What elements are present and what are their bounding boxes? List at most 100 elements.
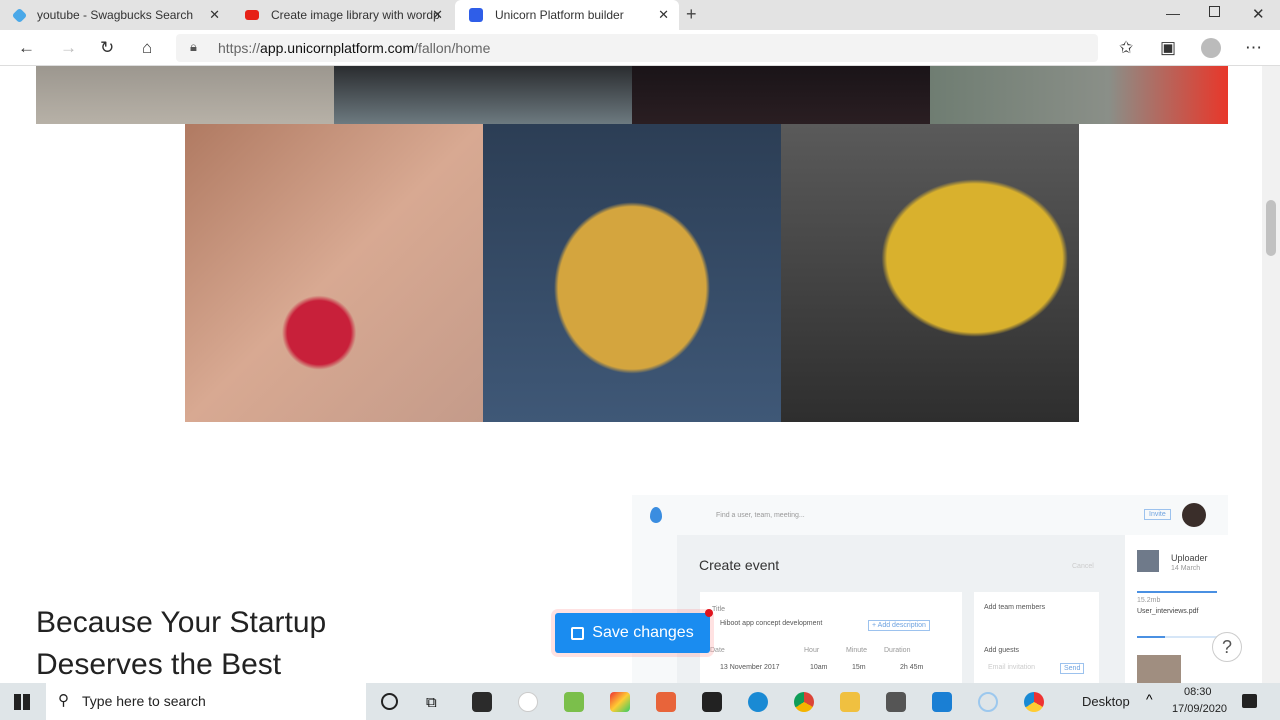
- refresh-icon[interactable]: ↻: [100, 38, 114, 58]
- drop-logo-icon: [650, 507, 662, 523]
- task-view-icon[interactable]: ⧉: [426, 694, 437, 711]
- gallery-image: [334, 66, 632, 124]
- url-prefix: https://: [218, 40, 261, 56]
- dash-minute: 15m: [852, 664, 866, 671]
- upload-progress: [1137, 591, 1217, 593]
- taskbar-search[interactable]: ⚲ Type here to search: [46, 683, 366, 720]
- dash-date: 13 November 2017: [720, 664, 780, 671]
- desktop-toolbar[interactable]: Desktop: [1082, 694, 1130, 709]
- search-icon: ⚲: [58, 692, 69, 709]
- dash-title: Create event: [699, 557, 780, 573]
- close-tab-icon[interactable]: ✕: [658, 7, 669, 23]
- dash-uploader-title: Uploader: [1171, 553, 1208, 563]
- upload-progress-2: [1137, 636, 1217, 638]
- clock-time[interactable]: 08:30: [1184, 686, 1212, 698]
- help-button[interactable]: ?: [1212, 632, 1242, 662]
- unsaved-indicator: [705, 609, 713, 617]
- film-app-icon[interactable]: [886, 692, 906, 712]
- camera-app-icon[interactable]: [702, 692, 722, 712]
- swagbucks-icon: [11, 7, 28, 23]
- gallery-image-sports-car: [781, 124, 1079, 422]
- close-window-button[interactable]: ✕: [1252, 5, 1265, 23]
- windows-start-icon[interactable]: [14, 694, 30, 710]
- notifications-icon[interactable]: [1242, 694, 1257, 708]
- save-icon: [571, 626, 585, 640]
- dash-add-desc: + Add description: [868, 620, 930, 631]
- close-tab-icon[interactable]: ✕: [432, 7, 443, 23]
- dash-file-name: User_interviews.pdf: [1137, 608, 1199, 615]
- youtube-icon: [245, 10, 259, 20]
- url-path: /fallon/home: [414, 40, 491, 56]
- dash-email: Email invitation: [988, 664, 1036, 671]
- tab-title: Unicorn Platform builder: [495, 8, 624, 22]
- page-content: Because Your Startup Deserves the Best Fi…: [20, 66, 1242, 683]
- dash-uploader-date: 14 March: [1171, 565, 1201, 572]
- tab-title: Create image library with wordp: [271, 8, 440, 22]
- close-tab-icon[interactable]: ✕: [209, 7, 220, 23]
- dash-team-label: Add team members: [984, 604, 1046, 611]
- dash-file-size: 15.2mb: [1137, 597, 1161, 604]
- dash-minute-label: Minute: [846, 647, 868, 654]
- url-domain: app.unicornplatform.com: [260, 40, 415, 56]
- gallery-image: [36, 66, 334, 124]
- clock-date[interactable]: 17/09/2020: [1172, 703, 1227, 715]
- dash-hour: 10am: [810, 664, 828, 671]
- forward-icon[interactable]: →: [60, 38, 77, 58]
- heading-line-2: Deserves the Best: [36, 648, 282, 681]
- dash-thumbnail: [1137, 655, 1181, 683]
- photo-app-icon[interactable]: [564, 692, 584, 712]
- dash-form: Title Hiboot app concept development + A…: [700, 592, 962, 683]
- app-icon[interactable]: [656, 692, 676, 712]
- hp-icon[interactable]: [518, 692, 538, 712]
- address-bar[interactable]: 🔒︎ https://app.unicornplatform.com/fallo…: [176, 34, 1098, 62]
- dash-hour-label: Hour: [804, 647, 820, 654]
- dash-invite: Invite: [1144, 509, 1171, 520]
- cortana-icon[interactable]: [381, 693, 398, 710]
- chrome-icon[interactable]: [794, 692, 814, 712]
- minimize-button[interactable]: —: [1166, 5, 1180, 21]
- unicorn-icon: [469, 8, 483, 22]
- new-tab-button[interactable]: +: [686, 4, 697, 25]
- cloud-upload-icon: [1137, 550, 1159, 572]
- tab-title: youtube - Swagbucks Search: [37, 8, 194, 22]
- dash-date-label: Date: [710, 647, 725, 654]
- gallery-image: [930, 66, 1228, 124]
- back-icon[interactable]: ←: [18, 38, 35, 58]
- maximize-button[interactable]: [1209, 6, 1220, 17]
- chevron-up-icon[interactable]: ^: [1146, 691, 1153, 707]
- favorites-icon[interactable]: ✩: [1119, 38, 1133, 58]
- dash-title-value: Hiboot app concept development: [720, 620, 823, 627]
- dash-duration: 2h 45m: [900, 664, 924, 671]
- paint-app-icon[interactable]: [610, 692, 630, 712]
- save-changes-button[interactable]: Save changes: [555, 609, 713, 653]
- dash-send: Send: [1060, 663, 1085, 674]
- tab-unicorn[interactable]: Unicorn Platform builder ✕: [455, 0, 679, 30]
- collections-icon[interactable]: ▣: [1160, 38, 1176, 58]
- dash-title-label: Title: [712, 606, 725, 613]
- scrollbar[interactable]: [1262, 66, 1280, 683]
- tab-swagbucks[interactable]: youtube - Swagbucks Search ✕: [0, 0, 230, 30]
- avatar: [1182, 503, 1206, 527]
- dash-cancel: Cancel: [1072, 563, 1094, 570]
- scrollbar-thumb[interactable]: [1266, 200, 1276, 256]
- store-icon[interactable]: [472, 692, 492, 712]
- screen-recorder-icon[interactable]: [1024, 692, 1044, 712]
- dash-duration-label: Duration: [884, 647, 911, 654]
- dash-uploader: Uploader 14 March 15.2mb User_interviews…: [1125, 535, 1228, 683]
- profile-avatar[interactable]: [1201, 38, 1221, 58]
- save-label: Save changes: [592, 624, 694, 641]
- dashboard-screenshot: Find a user, team, meeting... Invite Cre…: [632, 495, 1228, 683]
- tab-youtube[interactable]: Create image library with wordp ✕: [231, 0, 453, 30]
- mail-icon[interactable]: [932, 692, 952, 712]
- home-icon[interactable]: ⌂: [142, 38, 152, 58]
- edge-icon[interactable]: [748, 692, 768, 712]
- cortana-assistant-icon[interactable]: [978, 692, 998, 712]
- section-heading: Because Your Startup Deserves the Best: [36, 602, 436, 683]
- gallery-image-car: [483, 124, 781, 422]
- taskbar-search-placeholder: Type here to search: [82, 693, 206, 709]
- file-explorer-icon[interactable]: [840, 692, 860, 712]
- menu-icon[interactable]: ⋯: [1245, 38, 1262, 58]
- gallery-image: [632, 66, 930, 124]
- dash-team: Add team members Add guests Email invita…: [974, 592, 1099, 683]
- dash-search: Find a user, team, meeting...: [716, 512, 805, 519]
